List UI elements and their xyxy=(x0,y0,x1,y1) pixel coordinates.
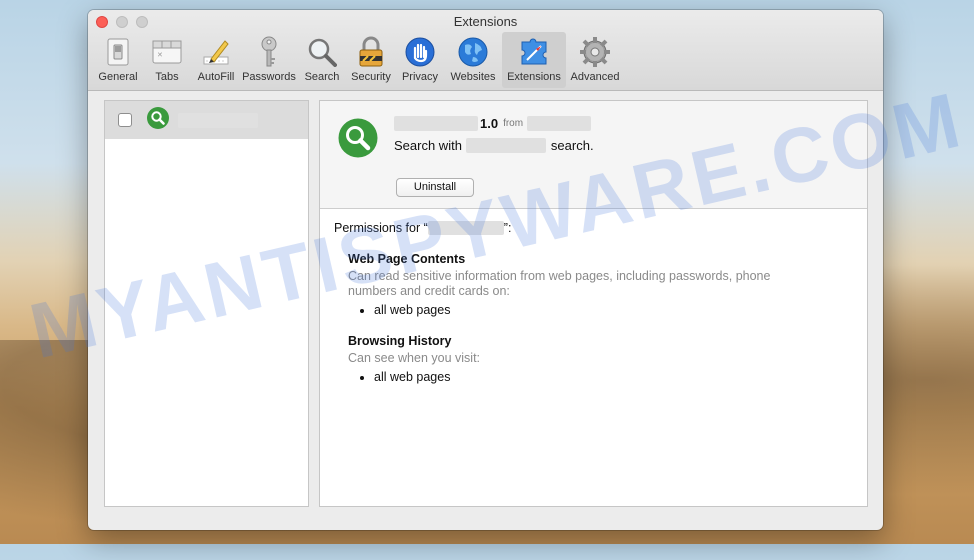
hand-icon xyxy=(405,37,435,67)
tab-privacy[interactable]: Privacy xyxy=(396,32,444,88)
tab-privacy-label: Privacy xyxy=(401,71,439,83)
tab-search[interactable]: Search xyxy=(298,32,346,88)
tab-autofill-label: AutoFill xyxy=(197,71,235,83)
permission-description: Can read sensitive information from web … xyxy=(348,269,771,298)
tab-websites-label: Websites xyxy=(450,71,496,83)
from-label: from xyxy=(503,118,524,129)
tab-advanced-label: Advanced xyxy=(570,71,620,83)
content-area: 1.0 from Search with search. Uninstall P… xyxy=(104,100,868,507)
tab-websites[interactable]: Websites xyxy=(445,32,501,88)
preferences-toolbar: General ✕ Tabs AutoFill Passwords Search… xyxy=(94,32,624,88)
magnifier-icon xyxy=(308,38,337,67)
pencil-icon xyxy=(203,40,229,65)
tab-extensions[interactable]: Extensions xyxy=(502,32,566,88)
permission-title: Web Page Contents xyxy=(348,252,466,266)
desc-suffix: search. xyxy=(550,138,594,153)
permission-scope-list: all web pages xyxy=(348,303,788,317)
tab-security[interactable]: Security xyxy=(347,32,395,88)
svg-text:✕: ✕ xyxy=(157,51,163,59)
tab-advanced[interactable]: Advanced xyxy=(567,32,623,88)
permission-web-page-contents: Web Page Contents Can read sensitive inf… xyxy=(348,252,788,317)
tab-extensions-label: Extensions xyxy=(507,71,561,83)
extensions-list xyxy=(104,100,309,507)
tab-passwords-label: Passwords xyxy=(242,71,296,83)
redacted-developer-name xyxy=(527,116,592,131)
enable-extension-checkbox[interactable] xyxy=(118,113,132,127)
preferences-window: Extensions General ✕ Tabs AutoFill Passw… xyxy=(88,10,883,530)
tabs-icon: ✕ xyxy=(152,40,182,64)
tab-general-label: General xyxy=(98,71,138,83)
padlock-icon xyxy=(359,36,383,67)
search-extension-icon xyxy=(147,106,169,129)
search-extension-large-icon xyxy=(338,118,378,158)
switch-icon xyxy=(107,38,129,66)
titlebar: Extensions General ✕ Tabs AutoFill Passw… xyxy=(88,10,883,91)
permissions-prefix: Permissions for “ xyxy=(334,221,428,235)
permission-browsing-history: Browsing History Can see when you visit:… xyxy=(348,334,788,384)
extension-header: 1.0 from Search with search. Uninstall xyxy=(320,101,867,209)
tab-autofill[interactable]: AutoFill xyxy=(192,32,240,88)
redacted-extension-name xyxy=(427,221,504,235)
extension-version: 1.0 xyxy=(480,116,499,131)
globe-icon xyxy=(458,37,488,67)
desc-prefix: Search with xyxy=(394,138,462,153)
key-icon xyxy=(261,36,277,67)
list-item: all web pages xyxy=(374,303,788,317)
permission-title: Browsing History xyxy=(348,334,452,348)
redacted-extension-name xyxy=(178,112,258,128)
puzzle-compass-icon xyxy=(521,38,547,65)
permissions-heading: Permissions for “ ”: xyxy=(334,221,511,235)
gear-icon xyxy=(580,37,610,67)
tab-tabs-label: Tabs xyxy=(155,71,179,83)
redacted-extension-name xyxy=(394,116,478,131)
extension-detail: 1.0 from Search with search. Uninstall P… xyxy=(319,100,868,507)
permission-scope-list: all web pages xyxy=(348,370,788,384)
tab-security-label: Security xyxy=(351,71,391,83)
list-item[interactable] xyxy=(105,101,308,139)
tab-passwords[interactable]: Passwords xyxy=(241,32,297,88)
redacted-search-name xyxy=(465,138,546,153)
tab-tabs[interactable]: ✕ Tabs xyxy=(143,32,191,88)
extension-description: Search with search. xyxy=(394,138,594,153)
permissions-suffix: ”: xyxy=(503,221,512,235)
extension-title-line: 1.0 from xyxy=(394,116,592,131)
tab-search-label: Search xyxy=(304,71,340,83)
list-item: all web pages xyxy=(374,370,788,384)
tab-general[interactable]: General xyxy=(94,32,142,88)
window-title: Extensions xyxy=(453,14,518,29)
permission-description: Can see when you visit: xyxy=(348,351,481,365)
uninstall-button[interactable]: Uninstall xyxy=(396,178,474,197)
